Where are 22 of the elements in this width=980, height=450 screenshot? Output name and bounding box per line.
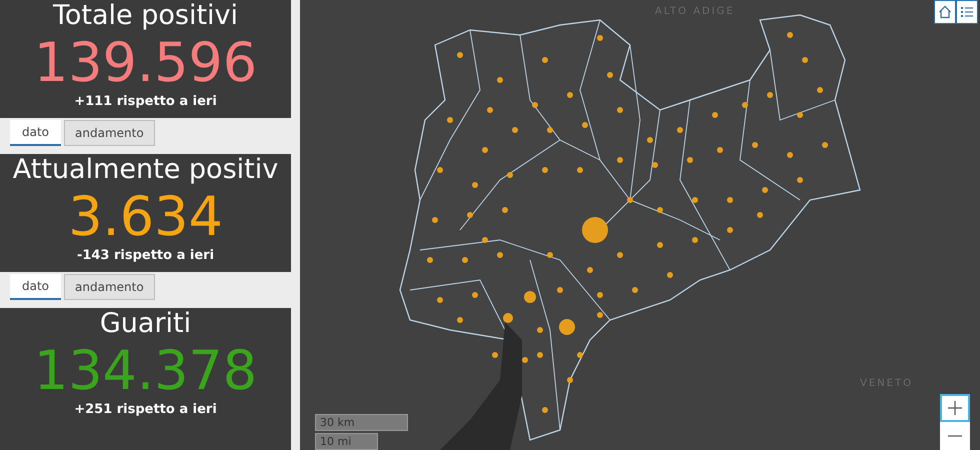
view-tab[interactable]: dato bbox=[10, 274, 62, 300]
view-tab[interactable]: andamento bbox=[64, 120, 155, 146]
view-tab[interactable]: andamento bbox=[64, 274, 155, 300]
change-text: -143 rispetto a ieri bbox=[76, 248, 214, 264]
view-tab[interactable]: dato bbox=[10, 120, 62, 146]
list-icon bbox=[960, 5, 974, 19]
card-title: Attualmente positiv bbox=[12, 154, 278, 186]
card-title: Totale positivi bbox=[52, 0, 238, 32]
home-icon bbox=[938, 5, 952, 19]
home-button[interactable] bbox=[934, 0, 956, 24]
minus-icon bbox=[948, 435, 962, 437]
indicator-value: 3.634 bbox=[68, 186, 223, 248]
indicator-value: 139.596 bbox=[34, 32, 258, 94]
change-text: +251 rispetto a ieri bbox=[74, 402, 217, 418]
indicator-value: 134.378 bbox=[34, 340, 258, 402]
card-title: Guariti bbox=[100, 308, 192, 340]
plus-icon bbox=[948, 401, 962, 415]
legend-button[interactable] bbox=[956, 0, 978, 24]
scale-bar: 30 km bbox=[315, 414, 408, 431]
zoom-in-button[interactable] bbox=[940, 394, 970, 422]
scale-bar: 10 mi bbox=[315, 433, 378, 450]
change-text: +111 rispetto a ieri bbox=[74, 94, 217, 110]
